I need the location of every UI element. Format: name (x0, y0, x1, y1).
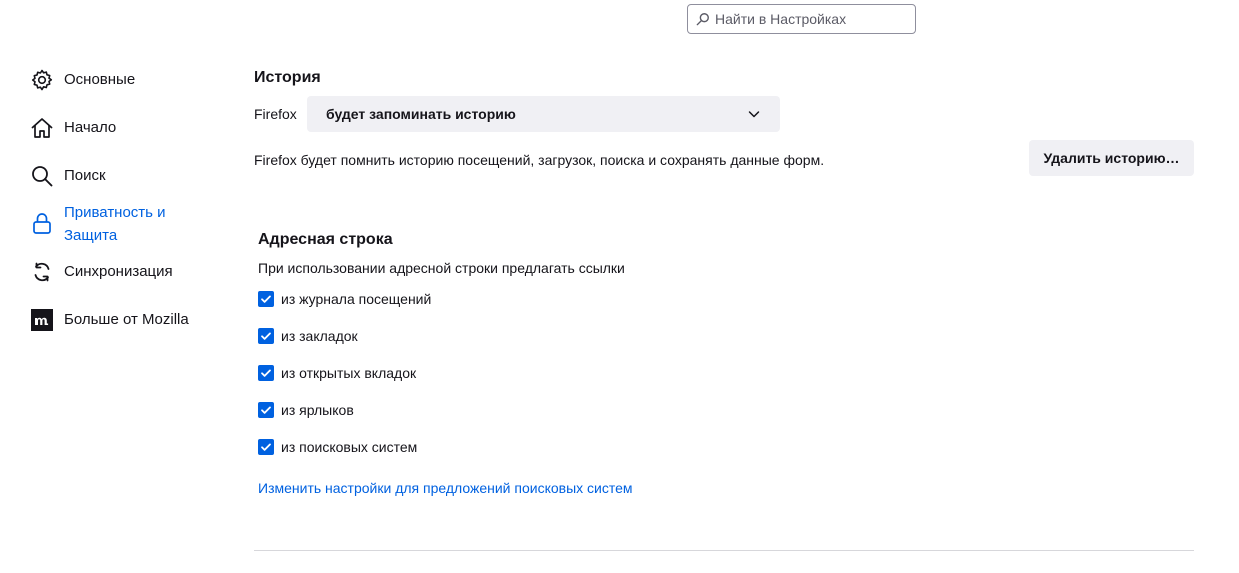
sidebar-item-label: Поиск (64, 167, 106, 184)
history-description: Firefox будет помнить историю посещений,… (254, 152, 825, 168)
checkbox-label: из журнала посещений (281, 291, 432, 307)
sidebar-item-label: Начало (64, 119, 117, 136)
checkbox[interactable] (258, 291, 274, 307)
checkmark-icon (261, 443, 271, 451)
checkbox[interactable] (258, 365, 274, 381)
mozilla-logo-icon (30, 308, 54, 332)
suggest-history-checkbox-row[interactable]: из журнала посещений (258, 291, 431, 307)
home-icon (30, 116, 54, 140)
checkbox-label: из открытых вкладок (281, 365, 417, 381)
checkbox[interactable] (258, 439, 274, 455)
sidebar-item-label: Больше от Mozilla (64, 311, 189, 328)
search-icon (30, 164, 54, 188)
checkmark-icon (261, 332, 271, 340)
history-mode-prefix: Firefox (254, 106, 297, 122)
lock-icon (30, 211, 54, 235)
sidebar-item-label: Синхронизация (64, 263, 173, 280)
addressbar-subtitle: При использовании адресной строки предла… (258, 260, 625, 276)
sync-icon (30, 260, 54, 284)
suggest-open-tabs-checkbox-row[interactable]: из открытых вкладок (258, 365, 416, 381)
clear-history-button[interactable]: Удалить историю… (1029, 140, 1194, 176)
search-suggestions-settings-link[interactable]: Изменить настройки для предложений поиск… (258, 480, 633, 496)
sidebar-item-label: Основные (64, 71, 136, 88)
checkmark-icon (261, 295, 271, 303)
checkmark-icon (261, 406, 271, 414)
sidebar-item-general[interactable]: Основные (30, 68, 135, 92)
sidebar-item-privacy[interactable]: Приватность и Защита (30, 201, 194, 247)
sidebar-item-more-from-mozilla[interactable]: Больше от Mozilla (30, 308, 189, 332)
gear-icon (30, 68, 54, 92)
checkbox[interactable] (258, 402, 274, 418)
history-mode-select[interactable]: будет запоминать историю (307, 96, 780, 132)
search-icon (696, 13, 709, 26)
sidebar-item-label: Приватность и Защита (64, 204, 166, 244)
checkbox[interactable] (258, 328, 274, 344)
checkbox-label: из ярлыков (281, 402, 354, 418)
history-heading: История (254, 69, 321, 86)
chevron-down-icon (748, 111, 760, 118)
suggest-search-engines-checkbox-row[interactable]: из поисковых систем (258, 439, 417, 455)
suggest-bookmarks-checkbox-row[interactable]: из закладок (258, 328, 358, 344)
sidebar-item-search[interactable]: Поиск (30, 164, 106, 188)
suggest-shortcuts-checkbox-row[interactable]: из ярлыков (258, 402, 354, 418)
sidebar-item-sync[interactable]: Синхронизация (30, 260, 173, 284)
section-divider (254, 550, 1194, 551)
history-mode-value: будет запоминать историю (326, 106, 516, 122)
settings-search-box[interactable] (687, 4, 916, 34)
checkbox-label: из закладок (281, 328, 358, 344)
checkmark-icon (261, 369, 271, 377)
sidebar-item-home[interactable]: Начало (30, 116, 116, 140)
addressbar-heading: Адресная строка (258, 231, 393, 248)
search-input[interactable] (715, 11, 905, 27)
checkbox-label: из поисковых систем (281, 439, 418, 455)
